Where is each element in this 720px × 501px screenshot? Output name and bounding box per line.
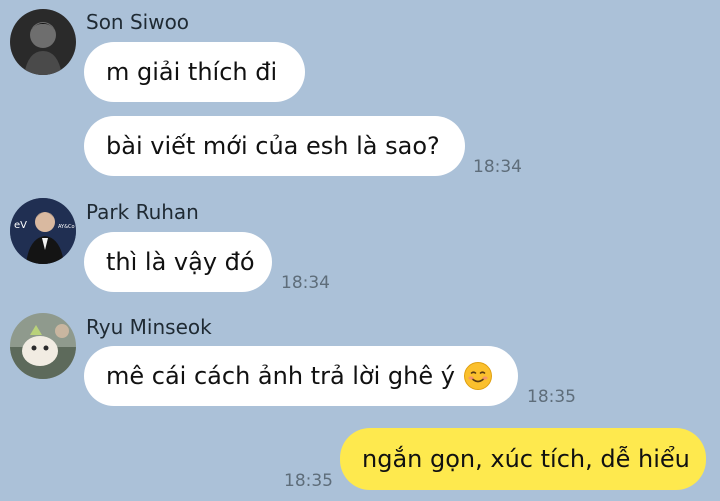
message-bubble[interactable]: mê cái cách ảnh trả lời ghê ý <box>84 346 518 406</box>
svg-text:eV: eV <box>14 220 27 231</box>
profile-photo-icon: eV AY&Co <box>10 198 76 264</box>
message-bubble[interactable]: thì là vậy đó <box>84 232 272 292</box>
sender-name: Son Siwoo <box>86 10 190 34</box>
message-text: ngắn gọn, xúc tích, dễ hiểu <box>362 445 690 473</box>
message-time: 18:35 <box>284 471 333 491</box>
message-text: thì là vậy đó <box>106 248 255 276</box>
message-time: 18:34 <box>473 157 522 177</box>
message-time: 18:35 <box>527 387 576 407</box>
message-text: bài viết mới của esh là sao? <box>106 132 440 160</box>
message-text: m giải thích đi <box>106 58 278 86</box>
avatar-ryu-minseok[interactable] <box>10 313 76 379</box>
message-text: mê cái cách ảnh trả lời ghê ý <box>106 362 455 390</box>
message-bubble[interactable]: bài viết mới của esh là sao? <box>84 116 465 176</box>
svg-text:AY&Co: AY&Co <box>58 224 75 230</box>
sender-name: Park Ruhan <box>86 200 199 224</box>
sender-name: Ryu Minseok <box>86 315 212 339</box>
profile-photo-icon <box>10 9 76 75</box>
message-bubble[interactable]: m giải thích đi <box>84 42 305 102</box>
smiling-face-icon <box>463 361 493 391</box>
avatar-son-siwoo[interactable] <box>10 9 76 75</box>
profile-photo-icon <box>10 313 76 379</box>
message-time: 18:34 <box>281 273 330 293</box>
message-bubble-outgoing[interactable]: ngắn gọn, xúc tích, dễ hiểu <box>340 428 706 490</box>
avatar-park-ruhan[interactable]: eV AY&Co <box>10 198 76 264</box>
